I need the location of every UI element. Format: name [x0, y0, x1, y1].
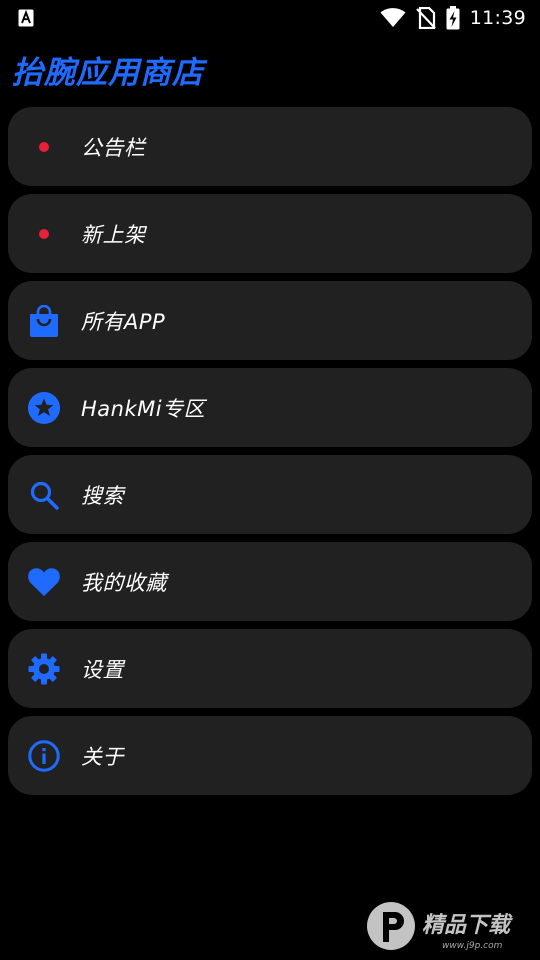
menu-item-label: 我的收藏: [81, 570, 167, 595]
app-title: 抬腕应用商店: [12, 55, 204, 91]
menu-item-all-apps[interactable]: 所有APP: [8, 281, 532, 360]
menu-item-label: 新上架: [81, 222, 146, 247]
menu-item-label: 关于: [81, 744, 124, 769]
menu-item-favorites[interactable]: 我的收藏: [8, 542, 532, 621]
menu-item-label: 设置: [81, 657, 124, 682]
menu-item-announcements[interactable]: 公告栏: [8, 107, 532, 186]
menu-item-label: HankMi专区: [81, 396, 206, 421]
status-bar: 11:39: [0, 0, 540, 36]
shopping-bag-icon: [28, 304, 60, 337]
watermark-logo: 精品下载 www.j9p.com: [364, 898, 534, 956]
menu-item-hankmi-zone[interactable]: HankMi专区: [8, 368, 532, 447]
menu-item-settings[interactable]: 设置: [8, 629, 532, 708]
svg-text:www.j9p.com: www.j9p.com: [442, 941, 503, 951]
gear-icon: [28, 653, 60, 685]
svg-text:精品下载: 精品下载: [422, 913, 513, 938]
red-dot-icon: [28, 131, 60, 163]
search-icon: [28, 479, 60, 511]
menu-item-about[interactable]: 关于: [8, 716, 532, 795]
menu-item-label: 所有APP: [81, 309, 166, 334]
notification-a-icon: [18, 9, 34, 27]
menu-item-new-arrivals[interactable]: 新上架: [8, 194, 532, 273]
status-icons: 11:39: [380, 6, 526, 30]
no-sim-icon: [415, 7, 436, 29]
info-icon: [28, 739, 60, 772]
main-menu: 公告栏 新上架 所有APP HankMi专区 搜索 我的收藏 设置 关于: [8, 107, 532, 803]
menu-item-label: 搜索: [81, 483, 124, 508]
battery-charging-icon: [446, 6, 460, 30]
red-dot-icon: [28, 218, 60, 250]
wifi-icon: [380, 8, 406, 27]
star-circle-icon: [28, 391, 60, 424]
menu-item-label: 公告栏: [81, 135, 146, 160]
status-time: 11:39: [469, 7, 526, 29]
heart-icon: [28, 566, 60, 598]
menu-item-search[interactable]: 搜索: [8, 455, 532, 534]
